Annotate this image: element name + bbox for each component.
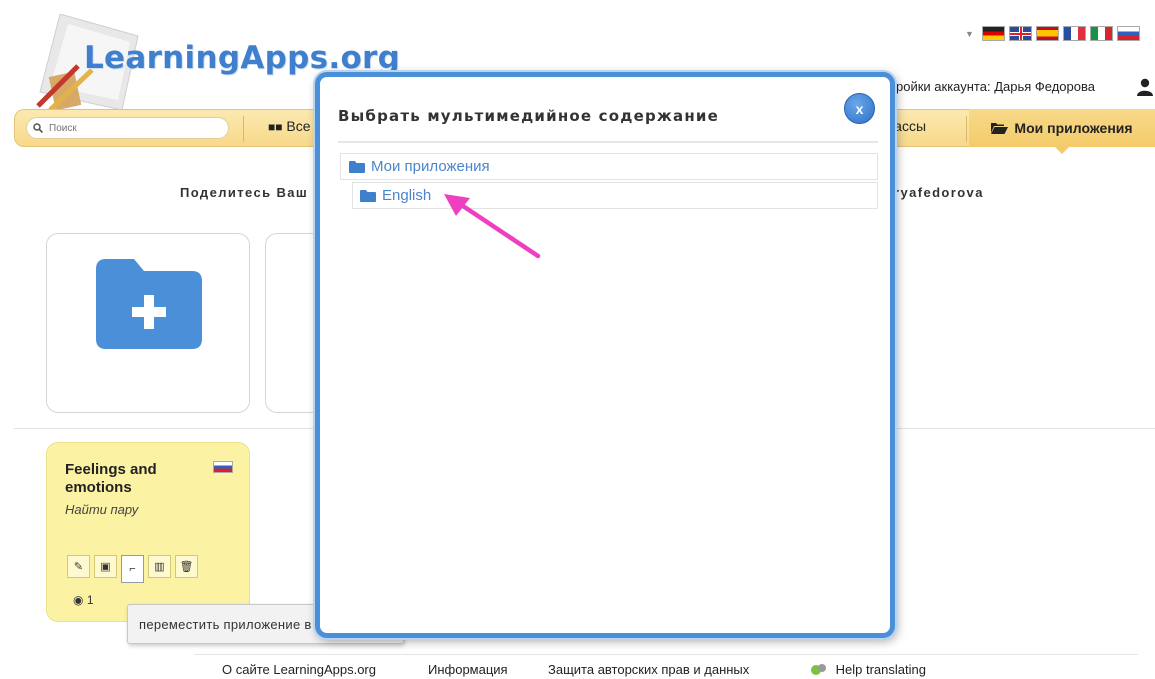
new-folder-card[interactable] bbox=[46, 233, 250, 413]
share-text: Поделитесь Ваш bbox=[180, 185, 309, 200]
search-icon bbox=[33, 123, 43, 133]
folder-move-icon[interactable]: ⌐ bbox=[121, 555, 144, 583]
trash-icon[interactable]: 🗑 bbox=[175, 555, 198, 578]
image-icon[interactable]: ▣ bbox=[94, 555, 117, 578]
flag-de-icon[interactable] bbox=[981, 26, 1005, 41]
footer-copyright-link[interactable]: Защита авторских прав и данных bbox=[548, 662, 749, 677]
eye-icon: ◉ bbox=[73, 593, 84, 607]
footer-help-label: Help translating bbox=[835, 662, 926, 677]
active-tab-notch bbox=[1055, 147, 1069, 154]
app-card[interactable]: Feelings and emotions Найти пару ✎ ▣ ⌐ ▥… bbox=[46, 442, 250, 622]
account-settings-link[interactable]: ройки аккаунта: Дарья Федорова bbox=[896, 79, 1095, 94]
tree-item-label: English bbox=[382, 187, 432, 204]
flag-es-icon[interactable] bbox=[1035, 26, 1059, 41]
nav-separator bbox=[966, 116, 967, 142]
footer-divider bbox=[194, 654, 1138, 655]
app-type: Найти пару bbox=[65, 502, 139, 517]
flag-it-icon[interactable] bbox=[1089, 26, 1113, 41]
nav-my-apps-label: Мои приложения bbox=[1014, 120, 1133, 136]
view-count-value: 1 bbox=[86, 593, 94, 607]
site-logo[interactable]: LearningApps.org bbox=[84, 40, 400, 76]
footer-about-link[interactable]: О сайте LearningApps.org bbox=[222, 662, 376, 677]
app-toolbar: ✎ ▣ ⌐ ▥ 🗑 bbox=[67, 555, 198, 583]
tree-item-label: Мои приложения bbox=[371, 158, 490, 175]
flag-ru-icon[interactable] bbox=[1116, 26, 1140, 41]
folder-icon bbox=[360, 189, 376, 202]
stats-icon[interactable]: ▥ bbox=[148, 555, 171, 578]
dialog-divider bbox=[338, 141, 878, 143]
tree-item-english[interactable]: English bbox=[352, 182, 878, 209]
nav-all-apps[interactable]: ■■ Все bbox=[268, 118, 311, 134]
folder-icon bbox=[349, 160, 365, 173]
user-icon[interactable] bbox=[1136, 78, 1154, 96]
footer-help-link[interactable]: Help translating bbox=[810, 662, 926, 679]
nav-separator bbox=[243, 116, 244, 142]
nav-my-apps[interactable]: Мои приложения bbox=[969, 109, 1155, 154]
language-flags: ▼ bbox=[965, 26, 1140, 41]
search-input[interactable] bbox=[47, 121, 211, 135]
app-title[interactable]: Feelings and emotions bbox=[65, 461, 215, 497]
dialog-title: Выбрать мультимедийное содержание bbox=[338, 107, 719, 125]
flag-gb-icon[interactable] bbox=[1008, 26, 1032, 41]
share-username: ryafedorova bbox=[894, 185, 984, 200]
close-button[interactable]: x bbox=[844, 93, 875, 124]
flag-fr-icon[interactable] bbox=[1062, 26, 1086, 41]
flag-ru-icon bbox=[213, 461, 233, 473]
language-dropdown-icon[interactable]: ▼ bbox=[965, 29, 974, 39]
footer-info-link[interactable]: Информация bbox=[428, 662, 508, 677]
nav-all-label: Все bbox=[286, 118, 311, 134]
multimedia-select-dialog: Выбрать мультимедийное содержание x Мои … bbox=[315, 72, 895, 638]
pencil-icon[interactable]: ✎ bbox=[67, 555, 90, 578]
pointer-arrow-icon bbox=[444, 194, 541, 259]
translate-icon bbox=[811, 663, 826, 675]
tree-item-my-apps[interactable]: Мои приложения bbox=[340, 153, 878, 180]
open-folder-icon bbox=[991, 123, 1009, 134]
view-count: ◉ 1 bbox=[73, 593, 94, 607]
search-box[interactable] bbox=[26, 117, 229, 139]
grid-icon: ■■ bbox=[268, 120, 283, 134]
add-folder-icon bbox=[96, 259, 202, 349]
